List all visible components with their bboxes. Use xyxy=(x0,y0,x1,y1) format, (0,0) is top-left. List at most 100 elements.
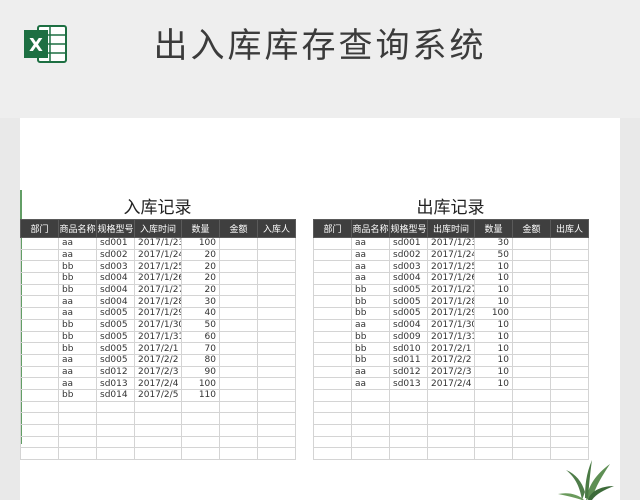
table-cell[interactable]: 20 xyxy=(181,260,220,274)
table-cell[interactable] xyxy=(512,424,551,437)
table-cell[interactable] xyxy=(134,412,182,425)
table-cell[interactable]: sd004 xyxy=(96,295,135,309)
table-cell[interactable]: aa xyxy=(58,353,97,367)
table-cell[interactable]: bb xyxy=(351,353,390,367)
table-cell[interactable] xyxy=(219,365,258,379)
table-cell[interactable] xyxy=(313,295,352,309)
table-cell[interactable]: sd003 xyxy=(96,260,135,274)
table-cell[interactable]: bb xyxy=(58,260,97,274)
table-cell[interactable]: 2017/2/2 xyxy=(427,353,475,367)
table-cell[interactable]: bb xyxy=(58,318,97,332)
table-cell[interactable] xyxy=(20,307,59,320)
table-cell[interactable] xyxy=(512,330,551,344)
table-cell[interactable] xyxy=(219,388,258,402)
table-cell[interactable] xyxy=(550,353,589,367)
table-cell[interactable]: 50 xyxy=(181,318,220,332)
table-cell[interactable] xyxy=(474,447,513,461)
table-cell[interactable]: aa xyxy=(58,237,97,250)
table-cell[interactable] xyxy=(351,400,390,414)
table-cell[interactable] xyxy=(219,377,258,390)
table-cell[interactable]: 50 xyxy=(474,248,513,262)
table-cell[interactable] xyxy=(550,424,589,437)
table-cell[interactable]: 10 xyxy=(474,318,513,332)
table-cell[interactable]: 20 xyxy=(181,283,220,297)
table-cell[interactable] xyxy=(20,353,59,367)
table-cell[interactable] xyxy=(20,400,59,414)
table-cell[interactable]: sd005 xyxy=(389,307,428,320)
table-cell[interactable]: 70 xyxy=(181,342,220,355)
table-cell[interactable] xyxy=(512,307,551,320)
table-cell[interactable]: 2017/1/29 xyxy=(427,307,475,320)
table-cell[interactable] xyxy=(550,307,589,320)
table-cell[interactable]: 30 xyxy=(474,237,513,250)
table-cell[interactable] xyxy=(257,412,296,425)
table-cell[interactable] xyxy=(20,272,59,285)
table-cell[interactable] xyxy=(58,447,97,461)
table-cell[interactable] xyxy=(550,295,589,309)
table-cell[interactable] xyxy=(512,248,551,262)
table-cell[interactable]: sd005 xyxy=(96,307,135,320)
table-cell[interactable]: 2017/2/4 xyxy=(427,377,475,390)
table-cell[interactable]: 2017/1/27 xyxy=(427,283,475,297)
table-cell[interactable] xyxy=(550,435,589,449)
table-cell[interactable] xyxy=(512,435,551,449)
table-cell[interactable]: 2017/2/2 xyxy=(134,353,182,367)
table-cell[interactable]: 2017/2/3 xyxy=(134,365,182,379)
table-cell[interactable] xyxy=(313,307,352,320)
table-cell[interactable]: 2017/2/3 xyxy=(427,365,475,379)
table-cell[interactable]: 2017/1/26 xyxy=(134,272,182,285)
table-cell[interactable]: aa xyxy=(351,248,390,262)
table-cell[interactable]: bb xyxy=(351,330,390,344)
table-cell[interactable]: 100 xyxy=(181,237,220,250)
table-cell[interactable]: 10 xyxy=(474,283,513,297)
table-cell[interactable] xyxy=(313,365,352,379)
table-cell[interactable] xyxy=(257,318,296,332)
table-cell[interactable]: 2017/1/26 xyxy=(427,272,475,285)
table-cell[interactable] xyxy=(351,388,390,402)
table-cell[interactable] xyxy=(427,447,475,461)
table-cell[interactable] xyxy=(257,342,296,355)
table-cell[interactable]: 30 xyxy=(181,295,220,309)
table-cell[interactable] xyxy=(20,248,59,262)
table-cell[interactable]: 100 xyxy=(181,377,220,390)
table-cell[interactable] xyxy=(96,400,135,414)
table-cell[interactable] xyxy=(313,435,352,449)
table-cell[interactable] xyxy=(313,400,352,414)
table-cell[interactable] xyxy=(20,412,59,425)
table-cell[interactable] xyxy=(512,353,551,367)
table-cell[interactable] xyxy=(550,365,589,379)
table-cell[interactable] xyxy=(550,342,589,355)
table-cell[interactable] xyxy=(389,424,428,437)
table-cell[interactable] xyxy=(313,237,352,250)
table-cell[interactable] xyxy=(474,400,513,414)
table-cell[interactable] xyxy=(257,248,296,262)
table-cell[interactable]: sd005 xyxy=(96,318,135,332)
table-cell[interactable]: sd010 xyxy=(389,342,428,355)
table-cell[interactable] xyxy=(20,388,59,402)
table-cell[interactable]: aa xyxy=(351,318,390,332)
table-cell[interactable] xyxy=(134,435,182,449)
table-cell[interactable]: sd014 xyxy=(96,388,135,402)
table-cell[interactable] xyxy=(313,283,352,297)
table-cell[interactable] xyxy=(313,260,352,274)
table-cell[interactable] xyxy=(550,377,589,390)
table-cell[interactable] xyxy=(550,260,589,274)
table-cell[interactable]: sd001 xyxy=(389,237,428,250)
table-cell[interactable]: sd004 xyxy=(96,283,135,297)
table-cell[interactable] xyxy=(58,412,97,425)
table-cell[interactable] xyxy=(219,260,258,274)
table-cell[interactable]: 2017/1/31 xyxy=(427,330,475,344)
table-cell[interactable] xyxy=(181,424,220,437)
table-cell[interactable] xyxy=(512,283,551,297)
table-cell[interactable]: 2017/1/30 xyxy=(134,318,182,332)
table-cell[interactable] xyxy=(58,400,97,414)
table-cell[interactable] xyxy=(512,400,551,414)
table-cell[interactable] xyxy=(550,330,589,344)
table-cell[interactable]: sd003 xyxy=(389,260,428,274)
table-cell[interactable] xyxy=(20,377,59,390)
table-cell[interactable]: 110 xyxy=(181,388,220,402)
table-cell[interactable] xyxy=(313,388,352,402)
table-cell[interactable]: aa xyxy=(351,365,390,379)
table-cell[interactable] xyxy=(257,353,296,367)
table-cell[interactable] xyxy=(96,447,135,461)
